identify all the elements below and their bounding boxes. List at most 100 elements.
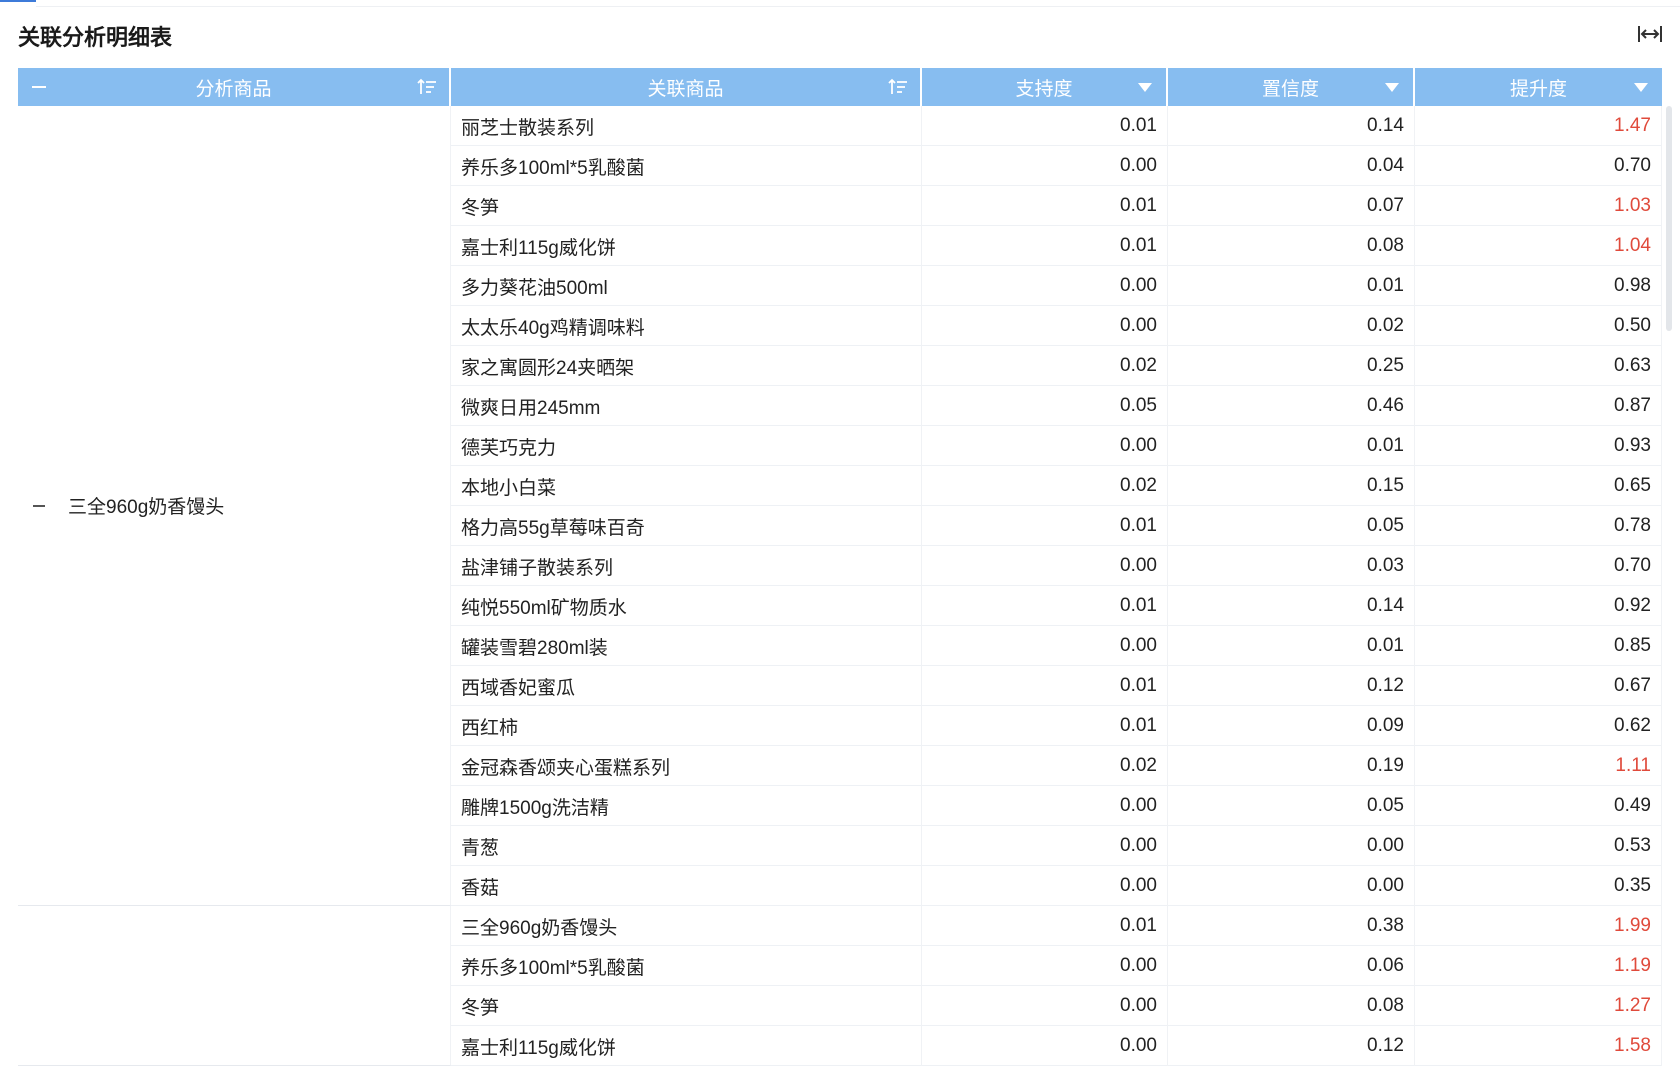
table-row[interactable]: 西域香妃蜜瓜 0.01 0.12 0.67: [451, 666, 1662, 706]
group-cell: [18, 906, 451, 1066]
related-item-cell: 三全960g奶香馒头: [451, 906, 922, 946]
related-item-cell: 格力高55g草莓味百奇: [451, 506, 922, 546]
support-cell: 0.00: [922, 626, 1168, 666]
confidence-cell: 0.19: [1168, 746, 1415, 786]
table-row[interactable]: 金冠森香颂夹心蛋糕系列 0.02 0.19 1.11: [451, 746, 1662, 786]
confidence-cell: 0.06: [1168, 946, 1415, 986]
confidence-cell: 0.07: [1168, 186, 1415, 226]
table-row[interactable]: 丽芝士散装系列 0.01 0.14 1.47: [451, 106, 1662, 146]
lift-cell: 0.92: [1415, 586, 1662, 626]
header-label: 支持度: [1015, 78, 1073, 100]
top-divider: [36, 6, 1680, 7]
table-row[interactable]: 养乐多100ml*5乳酸菌 0.00 0.06 1.19: [451, 946, 1662, 986]
related-item-cell: 冬笋: [451, 186, 922, 226]
lift-cell: 0.67: [1415, 666, 1662, 706]
confidence-cell: 0.12: [1168, 666, 1415, 706]
table-row[interactable]: 德芙巧克力 0.00 0.01 0.93: [451, 426, 1662, 466]
support-cell: 0.01: [922, 586, 1168, 626]
expand-width-icon[interactable]: [1636, 22, 1664, 46]
group-label: 三全960g奶香馒头: [68, 497, 225, 518]
header-confidence[interactable]: 置信度: [1168, 68, 1415, 106]
table-row[interactable]: 雕牌1500g洗洁精 0.00 0.05 0.49: [451, 786, 1662, 826]
table-row[interactable]: 冬笋 0.01 0.07 1.03: [451, 186, 1662, 226]
table-row[interactable]: 太太乐40g鸡精调味料 0.00 0.02 0.50: [451, 306, 1662, 346]
support-cell: 0.00: [922, 946, 1168, 986]
confidence-cell: 0.14: [1168, 586, 1415, 626]
confidence-cell: 0.05: [1168, 506, 1415, 546]
table-row[interactable]: 格力高55g草莓味百奇 0.01 0.05 0.78: [451, 506, 1662, 546]
table-row[interactable]: 多力葵花油500ml 0.00 0.01 0.98: [451, 266, 1662, 306]
confidence-cell: 0.25: [1168, 346, 1415, 386]
table-row[interactable]: 家之寓圆形24夹晒架 0.02 0.25 0.63: [451, 346, 1662, 386]
collapse-minus-icon[interactable]: [30, 497, 48, 515]
related-item-cell: 养乐多100ml*5乳酸菌: [451, 946, 922, 986]
lift-cell: 1.11: [1415, 746, 1662, 786]
confidence-cell: 0.08: [1168, 226, 1415, 266]
header-lift[interactable]: 提升度: [1415, 68, 1662, 106]
support-cell: 0.05: [922, 386, 1168, 426]
support-cell: 0.00: [922, 826, 1168, 866]
support-cell: 0.00: [922, 306, 1168, 346]
vertical-scrollbar[interactable]: [1666, 106, 1672, 331]
filter-dropdown-icon[interactable]: [1634, 83, 1648, 92]
filter-dropdown-icon[interactable]: [1385, 83, 1399, 92]
table-row[interactable]: 盐津铺子散装系列 0.00 0.03 0.70: [451, 546, 1662, 586]
header-support[interactable]: 支持度: [922, 68, 1168, 106]
lift-cell: 1.04: [1415, 226, 1662, 266]
sort-icon[interactable]: [417, 77, 437, 97]
header-label: 分析商品: [195, 78, 272, 100]
table-row[interactable]: 西红柿 0.01 0.09 0.62: [451, 706, 1662, 746]
confidence-cell: 0.38: [1168, 906, 1415, 946]
table-row[interactable]: 纯悦550ml矿物质水 0.01 0.14 0.92: [451, 586, 1662, 626]
confidence-cell: 0.12: [1168, 1026, 1415, 1066]
table-row[interactable]: 嘉士利115g威化饼 0.00 0.12 1.58: [451, 1026, 1662, 1066]
lift-cell: 0.35: [1415, 866, 1662, 906]
lift-cell: 0.65: [1415, 466, 1662, 506]
confidence-cell: 0.09: [1168, 706, 1415, 746]
lift-cell: 1.19: [1415, 946, 1662, 986]
sort-icon[interactable]: [888, 77, 908, 97]
lift-cell: 1.58: [1415, 1026, 1662, 1066]
support-cell: 0.01: [922, 106, 1168, 146]
lift-cell: 0.78: [1415, 506, 1662, 546]
support-cell: 0.00: [922, 866, 1168, 906]
filter-dropdown-icon[interactable]: [1138, 83, 1152, 92]
lift-cell: 0.70: [1415, 546, 1662, 586]
support-cell: 0.00: [922, 786, 1168, 826]
related-item-cell: 纯悦550ml矿物质水: [451, 586, 922, 626]
confidence-cell: 0.05: [1168, 786, 1415, 826]
header-label: 提升度: [1509, 78, 1567, 100]
table-row[interactable]: 青葱 0.00 0.00 0.53: [451, 826, 1662, 866]
table-row[interactable]: 微爽日用245mm 0.05 0.46 0.87: [451, 386, 1662, 426]
support-cell: 0.01: [922, 226, 1168, 266]
confidence-cell: 0.01: [1168, 626, 1415, 666]
lift-cell: 0.62: [1415, 706, 1662, 746]
table-row[interactable]: 三全960g奶香馒头 0.01 0.38 1.99: [451, 906, 1662, 946]
support-cell: 0.01: [922, 506, 1168, 546]
table-row[interactable]: 罐装雪碧280ml装 0.00 0.01 0.85: [451, 626, 1662, 666]
support-cell: 0.00: [922, 146, 1168, 186]
table-row[interactable]: 冬笋 0.00 0.08 1.27: [451, 986, 1662, 1026]
related-item-cell: 嘉士利115g威化饼: [451, 226, 922, 266]
support-cell: 0.00: [922, 546, 1168, 586]
table-row[interactable]: 香菇 0.00 0.00 0.35: [451, 866, 1662, 906]
table-header: 分析商品 关联商品 支持度 置信度 提升度: [18, 68, 1662, 106]
collapse-all-icon[interactable]: [32, 86, 46, 88]
support-cell: 0.01: [922, 186, 1168, 226]
header-analysis-item[interactable]: 分析商品: [18, 68, 451, 106]
confidence-cell: 0.00: [1168, 826, 1415, 866]
related-item-cell: 青葱: [451, 826, 922, 866]
table-row[interactable]: 养乐多100ml*5乳酸菌 0.00 0.04 0.70: [451, 146, 1662, 186]
related-item-cell: 养乐多100ml*5乳酸菌: [451, 146, 922, 186]
table-row[interactable]: 嘉士利115g威化饼 0.01 0.08 1.04: [451, 226, 1662, 266]
support-cell: 0.02: [922, 746, 1168, 786]
lift-cell: 1.27: [1415, 986, 1662, 1026]
header-related-item[interactable]: 关联商品: [451, 68, 922, 106]
table-body: 三全960g奶香馒头 丽芝士散装系列 0.01 0.14 1.47 养乐多100ml*5乳…: [18, 106, 1662, 1066]
table-row[interactable]: 本地小白菜 0.02 0.15 0.65: [451, 466, 1662, 506]
confidence-cell: 0.01: [1168, 266, 1415, 306]
support-cell: 0.01: [922, 706, 1168, 746]
confidence-cell: 0.08: [1168, 986, 1415, 1026]
lift-cell: 1.99: [1415, 906, 1662, 946]
top-accent-bar: [0, 0, 36, 2]
